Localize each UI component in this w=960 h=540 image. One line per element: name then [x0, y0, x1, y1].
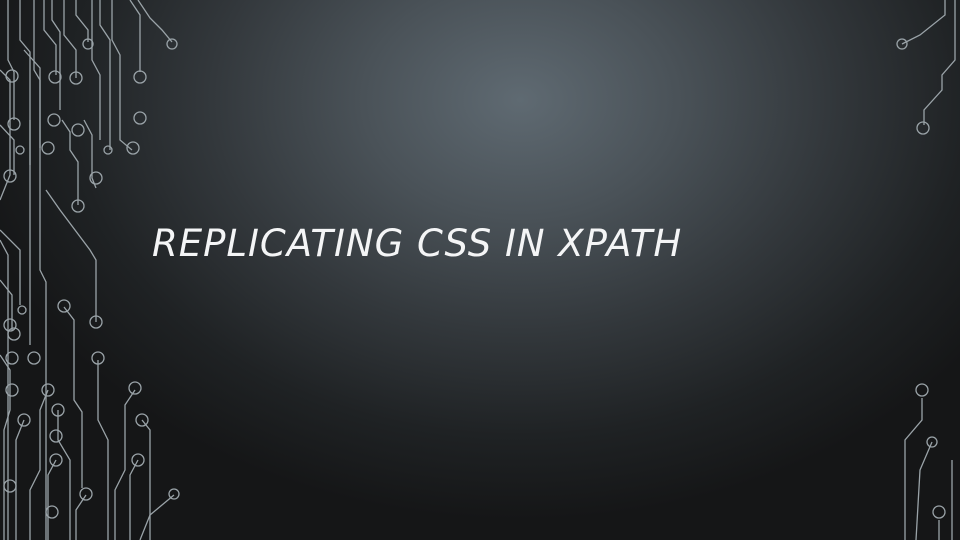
slide-title: REPLICATING CSS IN XPATH — [152, 222, 683, 265]
slide: REPLICATING CSS IN XPATH — [0, 0, 960, 540]
circuit-decoration-left — [0, 0, 956, 540]
